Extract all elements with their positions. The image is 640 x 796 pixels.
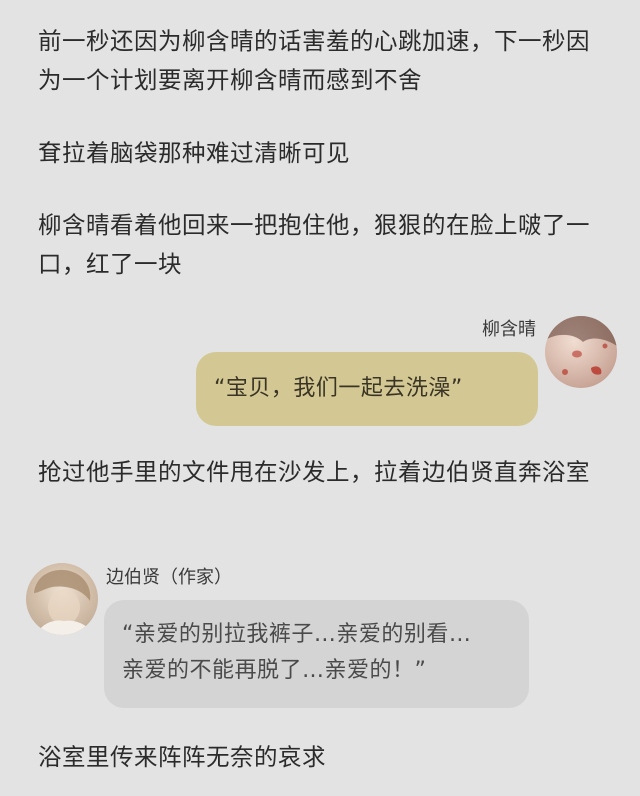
chat-name-left: 边伯贤（作家） xyxy=(106,567,232,588)
chat-name-right: 柳含晴 xyxy=(482,319,536,340)
chat-message-line: “亲爱的别拉我裤子…亲爱的别看… xyxy=(122,622,472,647)
story-paragraph: 前一秒还因为柳含晴的话害羞的心跳加速，下一秒因为一个计划要离开柳含晴而感到不舍 xyxy=(38,27,590,94)
avatar-right[interactable] xyxy=(545,316,617,388)
chat-bubble-left: “亲爱的别拉我裤子…亲爱的别看… 亲爱的不能再脱了…亲爱的！” xyxy=(104,600,529,708)
story-paragraph: 抢过他手里的文件甩在沙发上，拉着边伯贤直奔浴室 xyxy=(38,458,590,486)
chat-message-line: 亲爱的不能再脱了…亲爱的！” xyxy=(122,658,427,683)
story-paragraph: 浴室里传来阵阵无奈的哀求 xyxy=(38,743,326,771)
avatar-portrait-icon xyxy=(34,569,94,635)
chat-bubble-right: “宝贝，我们一起去洗澡” xyxy=(196,352,538,426)
chat-message: “宝贝，我们一起去洗澡” xyxy=(214,376,463,401)
story-paragraph: 柳含晴看着他回来一把抱住他，狠狠的在脸上啵了一口，红了一块 xyxy=(38,211,590,278)
avatar-portrait-icon xyxy=(545,316,617,375)
avatar-left[interactable] xyxy=(26,563,98,635)
story-paragraph: 耷拉着脑袋那种难过清晰可见 xyxy=(38,139,350,167)
